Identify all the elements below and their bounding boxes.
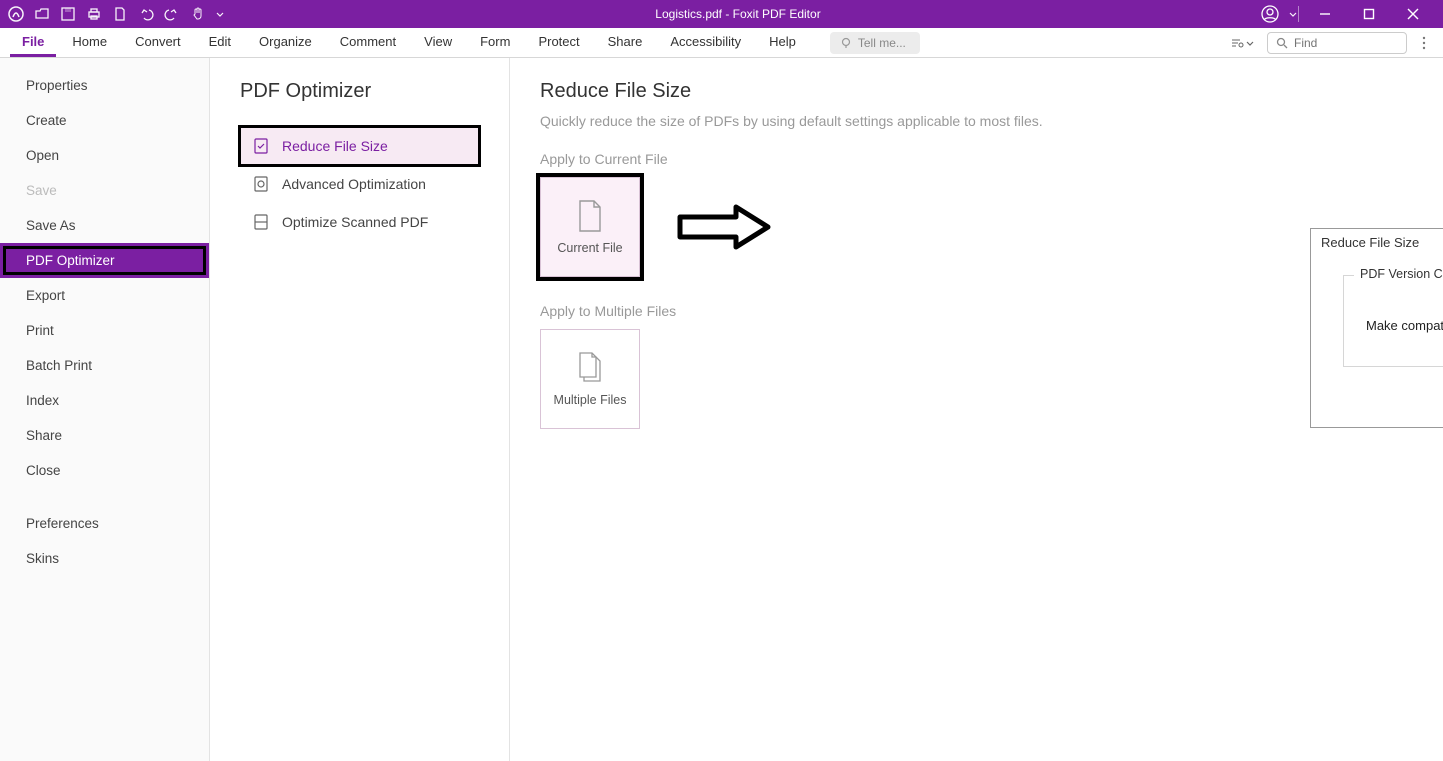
account-dropdown-icon[interactable] [1288,6,1298,22]
qat-dropdown-icon[interactable] [216,6,224,22]
reduce-file-size-dialog: Reduce File Size PDF Version Compatibili… [1310,228,1443,428]
sidebar-item-batch-print[interactable]: Batch Print [0,348,209,383]
tab-help[interactable]: Help [757,28,808,57]
tile-label: Multiple Files [554,393,627,407]
separator [1298,6,1299,22]
documents-icon [576,351,604,385]
ribbon-tabs: File Home Convert Edit Organize Comment … [0,28,1443,58]
optimize-scanned-icon [252,213,270,231]
optimizer-content: Reduce File Size Quickly reduce the size… [510,58,1443,761]
sidebar-item-skins[interactable]: Skins [0,541,209,576]
option-label: Reduce File Size [282,138,388,154]
search-icon [1276,37,1288,49]
maximize-button[interactable] [1347,0,1391,28]
tab-file[interactable]: File [10,28,56,57]
option-optimize-scanned[interactable]: Optimize Scanned PDF [240,203,479,241]
dialog-titlebar: Reduce File Size [1311,229,1443,257]
reduce-size-icon [252,137,270,155]
compatibility-group: PDF Version Compatibility Make compatibl… [1343,275,1443,367]
tab-form[interactable]: Form [468,28,522,57]
save-icon[interactable] [60,6,76,22]
tell-me-placeholder: Tell me... [858,36,906,50]
quick-access-toolbar [8,6,224,22]
tile-label: Current File [557,241,622,255]
advanced-optimization-icon [252,175,270,193]
tile-multiple-files[interactable]: Multiple Files [540,329,640,429]
minimize-button[interactable] [1303,0,1347,28]
close-window-button[interactable] [1391,0,1435,28]
content-description: Quickly reduce the size of PDFs by using… [540,113,1413,129]
open-icon[interactable] [34,6,50,22]
compatibility-label: Make compatible with: [1366,318,1443,333]
sidebar-item-create[interactable]: Create [0,103,209,138]
titlebar: Logistics.pdf - Foxit PDF Editor [0,0,1443,28]
undo-icon[interactable] [138,6,154,22]
option-label: Optimize Scanned PDF [282,214,428,230]
sidebar-item-save: Save [0,173,209,208]
sidebar-separator [0,488,209,506]
option-reduce-file-size[interactable]: Reduce File Size [240,127,479,165]
option-advanced-optimization[interactable]: Advanced Optimization [240,165,479,203]
content-title: Reduce File Size [540,80,1413,103]
option-label: Advanced Optimization [282,176,426,192]
sidebar-item-index[interactable]: Index [0,383,209,418]
backstage-view: Properties Create Open Save Save As PDF … [0,58,1443,761]
sidebar-item-pdf-optimizer[interactable]: PDF Optimizer [0,243,209,278]
subpanel-title: PDF Optimizer [240,80,479,103]
print-icon[interactable] [86,6,102,22]
file-sidebar: Properties Create Open Save Save As PDF … [0,58,210,761]
tab-share[interactable]: Share [596,28,655,57]
tab-convert[interactable]: Convert [123,28,193,57]
hand-tool-icon[interactable] [190,6,206,22]
arrow-annotation-icon [676,199,772,255]
account-icon[interactable] [1252,5,1288,23]
tab-accessibility[interactable]: Accessibility [658,28,753,57]
tell-me-search[interactable]: Tell me... [830,32,920,54]
sidebar-item-export[interactable]: Export [0,278,209,313]
search-options-button[interactable] [1225,35,1259,51]
document-icon [576,199,604,233]
tab-view[interactable]: View [412,28,464,57]
find-box[interactable] [1267,32,1407,54]
apply-current-label: Apply to Current File [540,151,1413,167]
apply-multiple-label: Apply to Multiple Files [540,303,1413,319]
tab-organize[interactable]: Organize [247,28,324,57]
redo-icon[interactable] [164,6,180,22]
new-doc-icon[interactable] [112,6,128,22]
tab-home[interactable]: Home [60,28,119,57]
tab-protect[interactable]: Protect [526,28,591,57]
bulb-icon [840,37,852,49]
sidebar-item-print[interactable]: Print [0,313,209,348]
sidebar-item-preferences[interactable]: Preferences [0,506,209,541]
tab-edit[interactable]: Edit [197,28,243,57]
window-controls [1303,0,1435,28]
tile-current-file[interactable]: Current File [540,177,640,277]
tab-comment[interactable]: Comment [328,28,408,57]
sidebar-item-properties[interactable]: Properties [0,68,209,103]
dialog-title: Reduce File Size [1321,235,1419,250]
sidebar-item-close[interactable]: Close [0,453,209,488]
sidebar-item-open[interactable]: Open [0,138,209,173]
app-logo-icon [8,6,24,22]
optimizer-subpanel: PDF Optimizer Reduce File Size Advanced … [210,58,510,761]
group-legend: PDF Version Compatibility [1354,267,1443,281]
find-input[interactable] [1294,36,1398,50]
sidebar-item-share[interactable]: Share [0,418,209,453]
ribbon-overflow-button[interactable] [1415,35,1433,51]
window-title: Logistics.pdf - Foxit PDF Editor [224,7,1252,21]
sidebar-item-save-as[interactable]: Save As [0,208,209,243]
